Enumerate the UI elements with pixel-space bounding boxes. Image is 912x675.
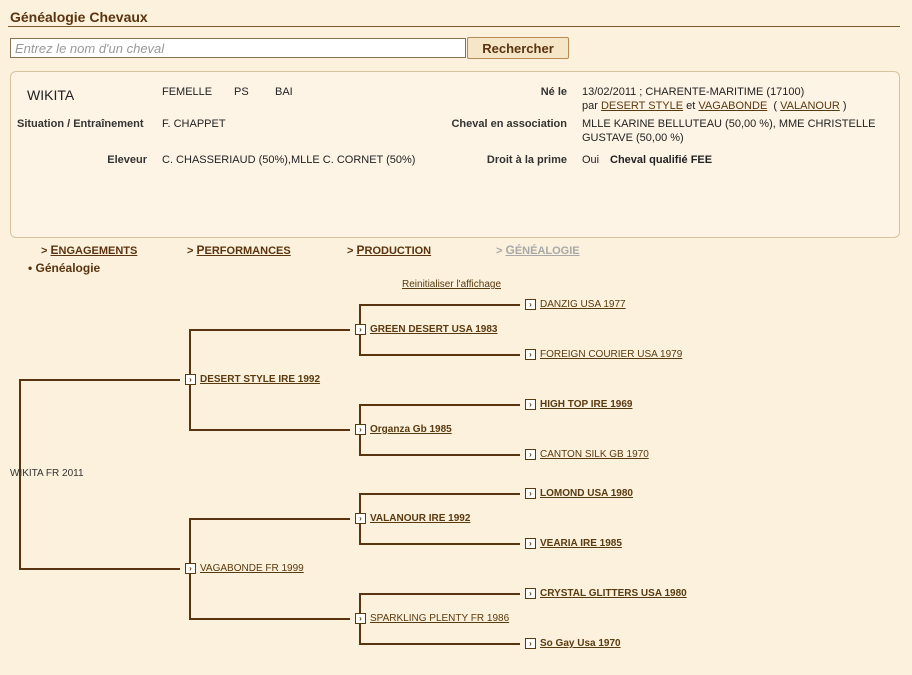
expand-arrow-icon[interactable]: › xyxy=(525,638,536,649)
expand-arrow-icon[interactable]: › xyxy=(185,563,196,574)
pedigree-sdd[interactable]: › CANTON SILK GB 1970 xyxy=(525,449,649,460)
pedigree-dam-dam[interactable]: › SPARKLING PLENTY FR 1986 xyxy=(355,613,509,624)
pedigree-sss[interactable]: › DANZIG USA 1977 xyxy=(525,299,626,310)
pedigree-dam-sire[interactable]: › VALANOUR IRE 1992 xyxy=(355,513,470,524)
pedigree-lines xyxy=(19,304,520,645)
pedigree-sds[interactable]: › HIGH TOP IRE 1969 xyxy=(525,399,632,410)
pedigree-sire[interactable]: › DESERT STYLE IRE 1992 xyxy=(185,374,320,385)
pedigree-ssd[interactable]: › FOREIGN COURIER USA 1979 xyxy=(525,349,682,360)
pedigree-sire-sire[interactable]: › GREEN DESERT USA 1983 xyxy=(355,324,497,335)
pedigree-root: WIKITA FR 2011 xyxy=(10,468,84,479)
expand-arrow-icon[interactable]: › xyxy=(525,349,536,360)
expand-arrow-icon[interactable]: › xyxy=(525,299,536,310)
pedigree-ddd[interactable]: › So Gay Usa 1970 xyxy=(525,638,621,649)
expand-arrow-icon[interactable]: › xyxy=(355,613,366,624)
expand-arrow-icon[interactable]: › xyxy=(355,513,366,524)
pedigree-sire-dam[interactable]: › Organza Gb 1985 xyxy=(355,424,452,435)
expand-arrow-icon[interactable]: › xyxy=(355,324,366,335)
pedigree-dam[interactable]: › VAGABONDE FR 1999 xyxy=(185,563,304,574)
pedigree-dsd[interactable]: › VEARIA IRE 1985 xyxy=(525,538,622,549)
expand-arrow-icon[interactable]: › xyxy=(525,588,536,599)
expand-arrow-icon[interactable]: › xyxy=(525,449,536,460)
expand-arrow-icon[interactable]: › xyxy=(355,424,366,435)
expand-arrow-icon[interactable]: › xyxy=(525,538,536,549)
expand-arrow-icon[interactable]: › xyxy=(525,488,536,499)
expand-arrow-icon[interactable]: › xyxy=(525,399,536,410)
expand-arrow-icon[interactable]: › xyxy=(185,374,196,385)
pedigree-dds[interactable]: › CRYSTAL GLITTERS USA 1980 xyxy=(525,588,687,599)
pedigree-dss[interactable]: › LOMOND USA 1980 xyxy=(525,488,633,499)
